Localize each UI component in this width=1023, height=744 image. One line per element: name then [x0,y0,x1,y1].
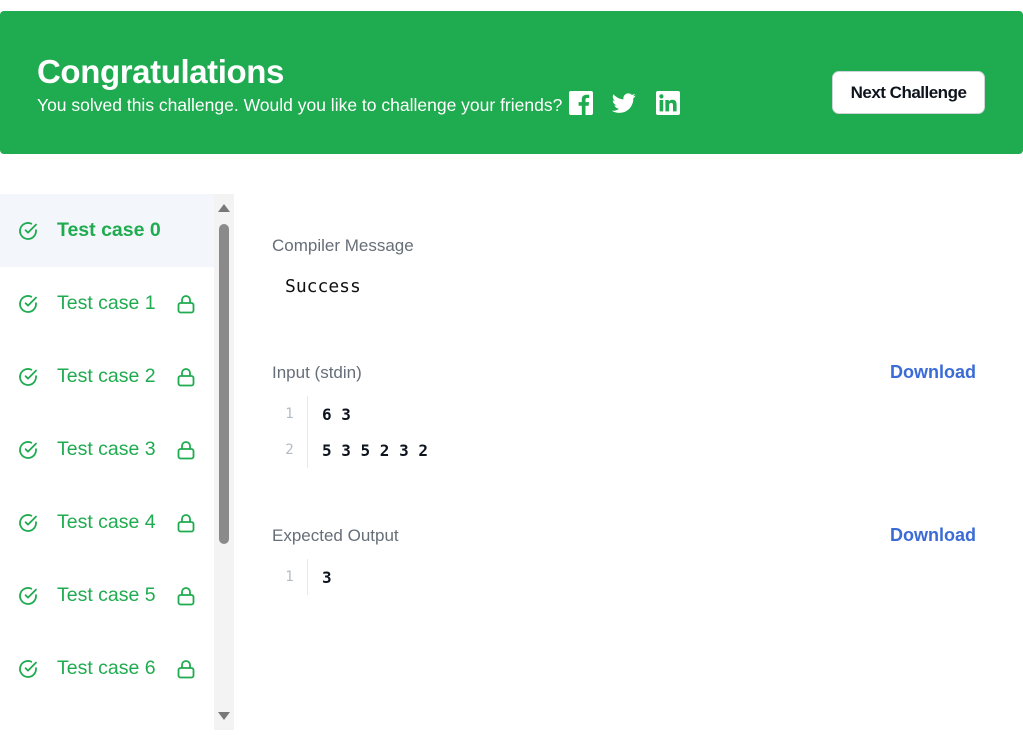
line-number: 1 [272,396,308,432]
lock-icon [177,294,195,313]
linkedin-icon[interactable] [656,91,680,115]
lock-icon [177,659,195,678]
test-case-item-4[interactable]: Test case 4 [0,486,214,559]
code-line: 2 5 3 5 2 3 2 [272,432,428,468]
test-case-label: Test case 3 [57,438,156,460]
lock-icon [177,440,195,459]
compiler-message-text: Success [285,276,361,297]
test-case-item-3[interactable]: Test case 3 [0,413,214,486]
input-download-link[interactable]: Download [890,362,976,383]
test-case-item-2[interactable]: Test case 2 [0,340,214,413]
line-number: 2 [272,432,308,468]
compiler-message-label: Compiler Message [272,236,414,255]
test-case-list: Test case 0 Test case 1 Test case 2 Test… [0,194,214,730]
check-circle-icon [19,586,37,605]
input-code-block: 1 6 3 2 5 3 5 2 3 2 [272,396,428,468]
code-line: 1 3 [272,559,332,595]
success-banner: Congratulations You solved this challeng… [0,11,1023,154]
check-circle-icon [19,659,37,678]
scroll-down-arrow-icon[interactable] [218,712,230,720]
test-case-item-1[interactable]: Test case 1 [0,267,214,340]
test-case-label: Test case 2 [57,365,156,387]
test-case-label: Test case 6 [57,657,156,679]
line-content: 6 3 [322,404,351,424]
check-circle-icon [19,367,37,386]
expected-output-download-link[interactable]: Download [890,525,976,546]
check-circle-icon [19,513,37,532]
expected-output-code-block: 1 3 [272,559,332,595]
check-circle-icon [19,294,37,313]
test-case-label: Test case 0 [57,219,161,241]
test-case-item-5[interactable]: Test case 5 [0,559,214,632]
lock-icon [177,367,195,386]
lock-icon [177,513,195,532]
expected-output-label: Expected Output [272,526,399,545]
test-case-label: Test case 5 [57,584,156,606]
check-circle-icon [19,440,37,459]
line-content: 5 3 5 2 3 2 [322,440,428,460]
banner-subtitle: You solved this challenge. Would you lik… [37,95,563,115]
test-case-item-0[interactable]: Test case 0 [0,194,214,267]
test-case-item-6[interactable]: Test case 6 [0,632,214,705]
scrollbar-thumb[interactable] [219,224,229,544]
scroll-up-arrow-icon[interactable] [218,204,230,212]
facebook-icon[interactable] [569,91,593,115]
test-case-label: Test case 4 [57,511,156,533]
lock-icon [177,586,195,605]
check-circle-icon [19,221,37,240]
code-line: 1 6 3 [272,396,428,432]
sidebar-scrollbar[interactable] [214,194,234,730]
line-number: 1 [272,559,308,595]
input-label: Input (stdin) [272,363,362,382]
banner-title: Congratulations [37,53,284,90]
twitter-icon[interactable] [612,91,636,115]
next-challenge-button[interactable]: Next Challenge [832,71,985,114]
test-case-label: Test case 1 [57,292,156,314]
line-content: 3 [322,567,332,587]
